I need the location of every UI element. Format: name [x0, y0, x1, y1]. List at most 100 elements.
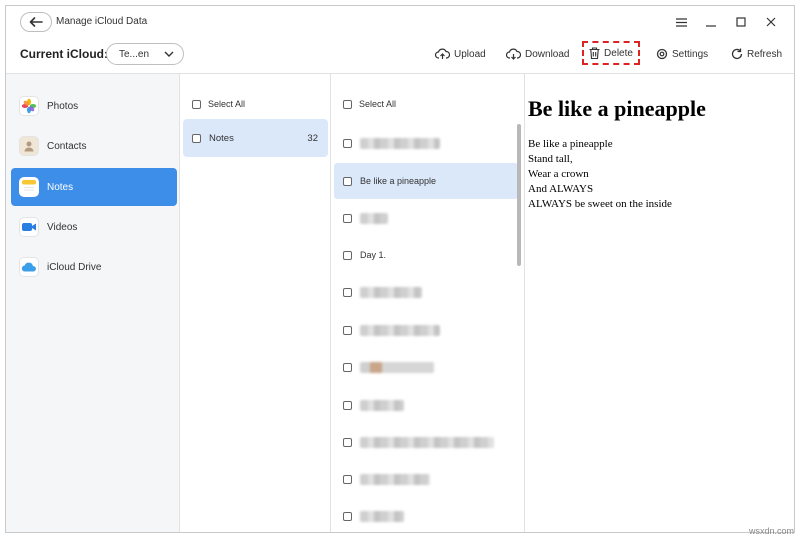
checkbox[interactable] [343, 325, 352, 335]
note-item[interactable] [334, 125, 518, 161]
contacts-icon [19, 136, 39, 156]
menu-button[interactable] [666, 14, 696, 30]
icloud-account-select[interactable]: Te...en [106, 43, 184, 65]
checkbox[interactable] [343, 400, 352, 410]
sidebar-item-label: Videos [47, 221, 78, 233]
watermark: wsxdn.com [748, 526, 794, 536]
window-controls [666, 14, 786, 30]
sidebar-item-videos[interactable]: Videos [11, 208, 177, 246]
blurred-note-title [360, 361, 434, 373]
refresh-button[interactable]: Refresh [731, 44, 782, 64]
note-item[interactable] [334, 312, 518, 348]
note-item[interactable] [334, 387, 518, 423]
chevron-down-icon [164, 51, 174, 57]
maximize-button[interactable] [726, 14, 756, 30]
folders-select-all[interactable]: Select All [192, 99, 245, 109]
notes-list: Select All Be like a pineapple Day 1. [331, 74, 525, 532]
blurred-note-title [360, 286, 422, 298]
blurred-note-title [360, 399, 404, 411]
download-button[interactable]: Download [506, 44, 569, 64]
checkbox[interactable] [343, 213, 352, 223]
preview-body: Be like a pineapple Stand tall, Wear a c… [528, 137, 672, 212]
close-button[interactable] [756, 14, 786, 30]
checkbox[interactable] [343, 511, 352, 521]
arrow-left-icon [29, 17, 43, 27]
preview-line: And ALWAYS [528, 183, 594, 195]
minimize-button[interactable] [696, 14, 726, 30]
cloud-download-icon [506, 48, 521, 60]
sidebar-item-icloud-drive[interactable]: iCloud Drive [11, 248, 177, 286]
checkbox[interactable] [343, 437, 352, 447]
notes-icon [19, 177, 39, 197]
blurred-note-title [360, 212, 388, 224]
refresh-icon [731, 48, 743, 60]
settings-label: Settings [672, 48, 709, 60]
checkbox[interactable] [343, 99, 352, 109]
blurred-note-title [360, 436, 494, 448]
blurred-note-title [360, 137, 440, 149]
note-preview: Be like a pineapple Be like a pineapple … [525, 74, 794, 532]
note-item[interactable] [334, 461, 518, 497]
checkbox[interactable] [343, 362, 352, 372]
upload-label: Upload [454, 48, 486, 60]
note-item-be-like-a-pineapple[interactable]: Be like a pineapple [334, 163, 518, 199]
folder-item-notes[interactable]: Notes 32 [183, 119, 328, 157]
note-item-day-1[interactable]: Day 1. [334, 237, 518, 273]
refresh-label: Refresh [747, 48, 783, 60]
sidebar-item-contacts[interactable]: Contacts [11, 127, 177, 165]
icloud-drive-icon [19, 257, 39, 277]
note-item[interactable] [334, 498, 518, 532]
trash-icon [589, 47, 600, 59]
notes-scrollbar[interactable] [517, 124, 521, 266]
download-label: Download [525, 48, 570, 60]
sidebar-item-label: Photos [47, 100, 79, 112]
minimize-icon [706, 25, 716, 27]
select-all-label: Select All [208, 99, 246, 109]
folder-count: 32 [307, 132, 318, 144]
gear-icon [656, 48, 668, 60]
preview-line: Wear a crown [528, 168, 589, 180]
folder-label: Notes [209, 132, 234, 144]
preview-title: Be like a pineapple [528, 96, 706, 121]
maximize-icon [736, 17, 746, 27]
delete-label: Delete [604, 47, 633, 59]
sidebar-item-photos[interactable]: Photos [11, 87, 177, 125]
checkbox[interactable] [192, 99, 201, 109]
icloud-account-value: Te...en [119, 48, 150, 60]
blurred-note-title [360, 324, 440, 336]
folder-list: Select All Notes 32 [180, 74, 331, 532]
sidebar-item-label: Notes [47, 181, 74, 193]
checkbox[interactable] [343, 474, 352, 484]
sidebar-item-label: Contacts [47, 140, 87, 152]
checkbox[interactable] [343, 176, 352, 186]
note-title: Day 1. [360, 250, 387, 260]
checkbox[interactable] [192, 133, 201, 143]
note-item[interactable] [334, 349, 518, 385]
sidebar-item-label: iCloud Drive [47, 261, 102, 273]
blurred-note-title [360, 473, 430, 485]
videos-icon [19, 217, 39, 237]
preview-line: Stand tall, [528, 153, 573, 165]
checkbox[interactable] [343, 250, 352, 260]
delete-button[interactable]: Delete [582, 41, 640, 65]
photos-icon [19, 96, 39, 116]
cloud-upload-icon [435, 48, 450, 59]
note-item[interactable] [334, 424, 518, 460]
select-all-label: Select All [359, 99, 397, 109]
category-sidebar: Photos Contacts Notes Videos iCloud Driv… [6, 74, 180, 532]
window-title: Manage iCloud Data [56, 16, 148, 27]
preview-line: ALWAYS be sweet on the inside [528, 198, 672, 210]
current-icloud-label: Current iCloud: [20, 47, 108, 61]
app-window: Manage iCloud Data Current iCloud: Te...… [5, 5, 795, 533]
notes-select-all[interactable]: Select All [343, 99, 396, 109]
note-item[interactable] [334, 200, 518, 236]
sidebar-item-notes[interactable]: Notes [11, 168, 177, 206]
note-title: Be like a pineapple [360, 176, 437, 186]
close-icon [766, 17, 776, 27]
checkbox[interactable] [343, 287, 352, 297]
back-button[interactable] [20, 12, 52, 32]
upload-button[interactable]: Upload [435, 44, 486, 64]
settings-button[interactable]: Settings [656, 44, 708, 64]
note-item[interactable] [334, 274, 518, 310]
checkbox[interactable] [343, 138, 352, 148]
